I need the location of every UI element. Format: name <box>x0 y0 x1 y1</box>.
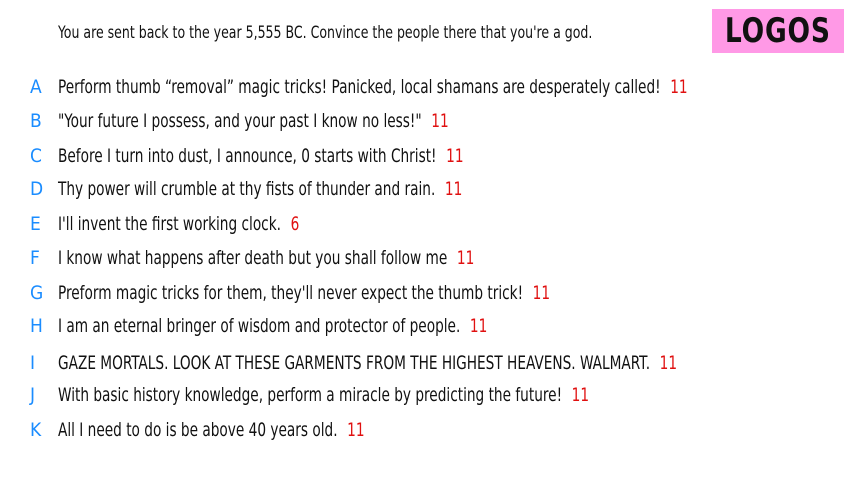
answer-text-wrap: "Your future I possess, and your past I … <box>58 110 449 132</box>
answer-score: 11 <box>670 76 688 98</box>
answer-text-wrap: With basic history knowledge, perform a … <box>58 384 589 406</box>
answer-text: Perform thumb “removal” magic tricks! Pa… <box>58 76 661 98</box>
answer-text-wrap: I'll invent the first working clock. 6 <box>58 213 299 235</box>
answer-text: I know what happens after death but you … <box>58 247 448 269</box>
answer-text: Preform magic tricks for them, they'll n… <box>58 282 524 304</box>
answer-letter: I <box>30 352 36 374</box>
answer-letter: K <box>30 419 42 441</box>
answer-text-wrap: Perform thumb “removal” magic tricks! Pa… <box>58 76 688 98</box>
answer-list: A Perform thumb “removal” magic tricks! … <box>0 0 853 480</box>
answer-text-wrap: Before I turn into dust, I announce, 0 s… <box>58 145 464 167</box>
answer-score: 11 <box>659 352 678 374</box>
answer-letter: B <box>30 110 42 132</box>
answer-text-wrap: Thy power will crumble at thy fists of t… <box>58 178 462 200</box>
answer-score: 11 <box>532 282 551 304</box>
answer-score: 11 <box>571 384 590 406</box>
answer-text: I am an eternal bringer of wisdom and pr… <box>58 315 461 337</box>
answer-text-wrap: GAZE MORTALS. LOOK AT THESE GARMENTS FRO… <box>58 352 677 374</box>
answer-letter: J <box>30 384 36 406</box>
answer-text-wrap: All I need to do is be above 40 years ol… <box>58 419 365 441</box>
answer-letter: D <box>30 178 44 200</box>
answer-text: Thy power will crumble at thy fists of t… <box>58 178 436 200</box>
answer-text: With basic history knowledge, perform a … <box>58 384 563 406</box>
answer-text: "Your future I possess, and your past I … <box>58 110 422 132</box>
answer-score: 11 <box>469 315 488 337</box>
answer-text: Before I turn into dust, I announce, 0 s… <box>58 145 437 167</box>
answer-letter: H <box>30 315 43 337</box>
answer-text: All I need to do is be above 40 years ol… <box>58 419 338 441</box>
answer-text-wrap: I know what happens after death but you … <box>58 247 474 269</box>
answer-letter: A <box>30 76 42 98</box>
answer-text-wrap: Preform magic tricks for them, they'll n… <box>58 282 550 304</box>
answer-score: 11 <box>347 419 365 441</box>
answer-letter: G <box>30 282 44 304</box>
answer-text-wrap: I am an eternal bringer of wisdom and pr… <box>58 315 487 337</box>
answer-letter: C <box>30 145 42 167</box>
answer-score: 11 <box>444 178 463 200</box>
answer-score: 11 <box>446 145 464 167</box>
answer-score: 6 <box>290 213 300 235</box>
answer-text: I'll invent the first working clock. <box>58 213 281 235</box>
answer-letter: E <box>30 213 41 235</box>
answer-text: GAZE MORTALS. LOOK AT THESE GARMENTS FRO… <box>58 352 651 374</box>
answer-score: 11 <box>431 110 449 132</box>
answer-letter: F <box>30 247 40 269</box>
answer-score: 11 <box>456 247 475 269</box>
